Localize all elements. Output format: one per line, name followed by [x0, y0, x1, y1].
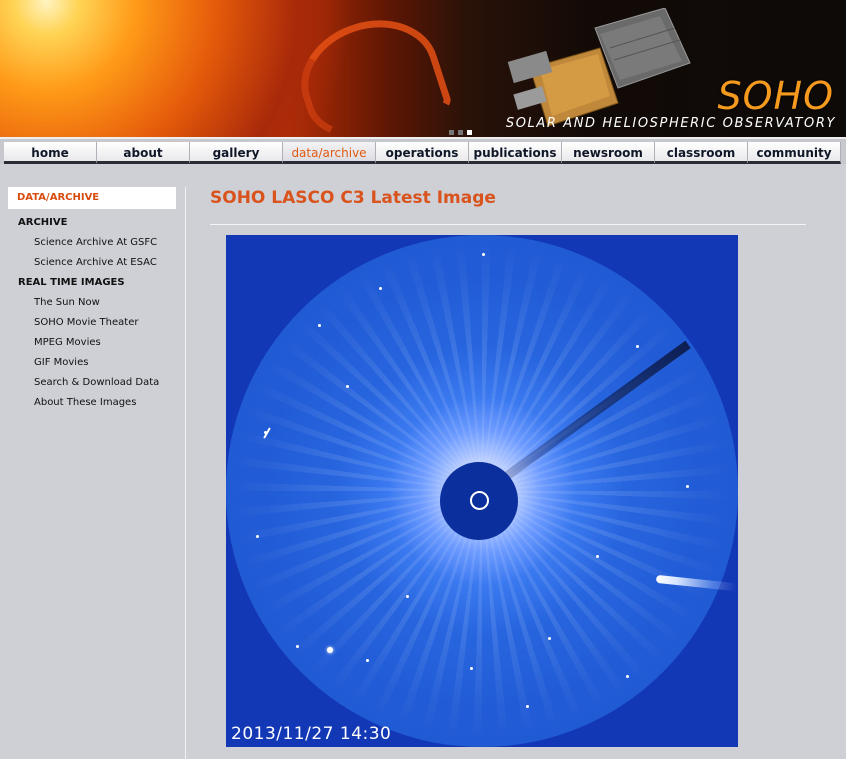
sidebar-item-soho-movie-theater[interactable]: SOHO Movie Theater	[8, 313, 176, 333]
nav-item-classroom[interactable]: classroom	[655, 142, 748, 164]
nav-item-about[interactable]: about	[97, 142, 190, 164]
star	[470, 667, 473, 670]
sidebar-item-gif-movies[interactable]: GIF Movies	[8, 353, 176, 373]
star	[626, 675, 629, 678]
bright-star	[327, 647, 333, 653]
star	[596, 555, 599, 558]
banner-dots	[449, 120, 489, 135]
sidebar-section-archive: ARCHIVE	[18, 217, 68, 228]
main-nav: home about gallery data/archive operatio…	[0, 137, 846, 164]
sidebar-heading[interactable]: DATA/ARCHIVE	[8, 187, 176, 209]
star	[636, 345, 639, 348]
star	[379, 287, 382, 290]
header-banner: SOHO SOLAR AND HELIOSPHERIC OBSERVATORY	[0, 0, 846, 137]
star	[366, 659, 369, 662]
lasco-c3-image[interactable]: 2013/11/27 14:30	[226, 235, 738, 747]
page-title: SOHO LASCO C3 Latest Image	[210, 188, 496, 208]
sidebar-item-science-archive-esac[interactable]: Science Archive At ESAC	[8, 253, 176, 273]
soho-tagline: SOLAR AND HELIOSPHERIC OBSERVATORY	[505, 116, 836, 131]
soho-spacecraft-illustration	[507, 8, 691, 127]
star	[548, 637, 551, 640]
sidebar-section-real-time-images: REAL TIME IMAGES	[18, 277, 125, 288]
nav-item-operations[interactable]: operations	[376, 142, 469, 164]
sidebar: DATA/ARCHIVE ARCHIVE Science Archive At …	[8, 187, 176, 413]
nav-item-gallery[interactable]: gallery	[190, 142, 283, 164]
sun-disk-ring-icon	[470, 491, 489, 510]
star	[406, 595, 409, 598]
sidebar-item-the-sun-now[interactable]: The Sun Now	[8, 293, 176, 313]
sidebar-item-science-archive-gsfc[interactable]: Science Archive At GSFC	[8, 233, 176, 253]
nav-item-data-archive[interactable]: data/archive	[283, 142, 376, 164]
soho-logo: SOHO	[717, 74, 834, 118]
nav-item-home[interactable]: home	[4, 142, 97, 164]
image-timestamp: 2013/11/27 14:30	[231, 724, 392, 744]
star	[318, 324, 321, 327]
sidebar-item-about-these-images[interactable]: About These Images	[8, 393, 176, 413]
star	[256, 535, 259, 538]
sidebar-item-search-download-data[interactable]: Search & Download Data	[8, 373, 176, 393]
star	[526, 705, 529, 708]
nav-item-publications[interactable]: publications	[469, 142, 562, 164]
star	[686, 485, 689, 488]
star	[346, 385, 349, 388]
nav-item-community[interactable]: community	[748, 142, 841, 164]
title-divider	[210, 224, 806, 225]
sidebar-divider	[185, 187, 186, 759]
sidebar-item-mpeg-movies[interactable]: MPEG Movies	[8, 333, 176, 353]
nav-item-newsroom[interactable]: newsroom	[562, 142, 655, 164]
star	[296, 645, 299, 648]
star	[482, 253, 485, 256]
